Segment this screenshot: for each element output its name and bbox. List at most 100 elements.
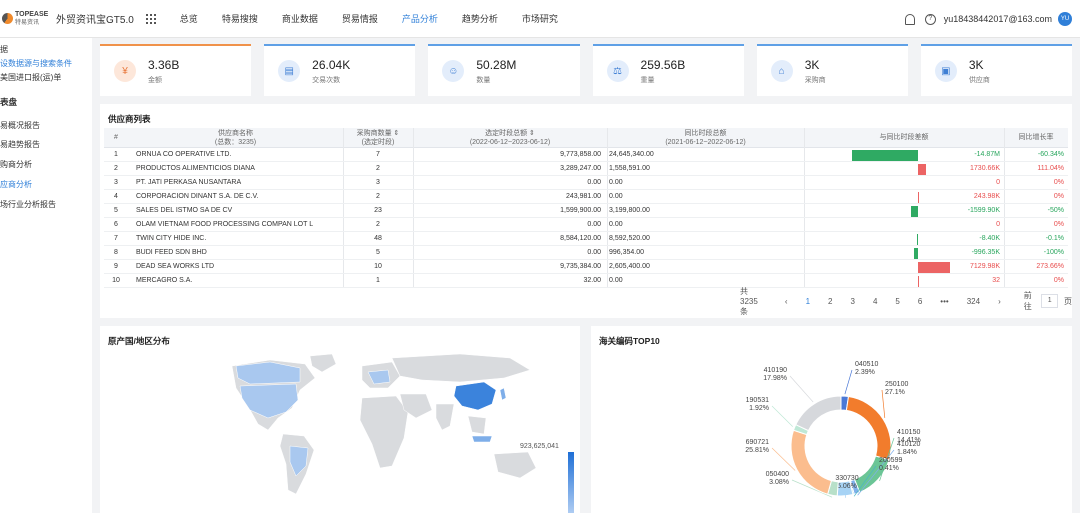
cell-diff: 0 (996, 179, 1000, 186)
cell-sel: 0.00 (587, 221, 601, 228)
table-row[interactable]: 7 TWIN CITY HIDE INC. 48 8,584,120.00 8,592,… (104, 232, 1068, 246)
cell-growth: 111.04% (1037, 165, 1064, 172)
table-row[interactable]: 6 OLAM VIETNAM FOOD PROCESSING COMPAN LOT… (104, 218, 1068, 232)
cell-idx: 1 (114, 151, 118, 158)
table-row[interactable]: 5 SALES DEL ISTMO SA DE CV 23 1,599,900.00 3… (104, 204, 1068, 218)
goto-page-input[interactable]: 1 (1041, 294, 1058, 308)
stat-value: 3K (804, 57, 820, 72)
page-number[interactable]: 6 (918, 297, 922, 306)
bell-icon[interactable] (904, 13, 915, 25)
apps-grid-icon[interactable] (145, 13, 156, 24)
sidebar-item[interactable]: 易趋势报告 (0, 139, 40, 150)
donut-slice[interactable] (845, 395, 892, 461)
help-icon[interactable]: ? (924, 13, 936, 25)
cell-name: OLAM VIETNAM FOOD PROCESSING COMPAN LOT … (136, 221, 314, 228)
cell-growth: 0% (1053, 179, 1064, 186)
sort-icon[interactable]: ⇕ (394, 130, 400, 137)
cell-name: CORPORACION DINANT S.A. DE C.V. (136, 193, 259, 200)
cell-buyers: 48 (374, 235, 382, 242)
nav-item[interactable]: 特易搜搜 (210, 0, 270, 38)
sidebar-item[interactable]: 据 (0, 44, 8, 55)
table-row[interactable]: 2 PRODUCTOS ALIMENTICIOS DIANA 2 3,289,247.… (104, 162, 1068, 176)
difference-bar (918, 262, 950, 273)
col-header-growth-rate[interactable]: 同比增长率 (1004, 128, 1068, 148)
cell-idx: 4 (114, 193, 118, 200)
world-map[interactable] (100, 326, 580, 513)
page-number[interactable]: 1 (806, 297, 810, 306)
prev-page-icon[interactable]: ‹ (785, 297, 788, 306)
table-row[interactable]: 8 BUDI FEED SDN BHD 5 0.00 996,354.00 -996.35… (104, 246, 1068, 260)
sidebar-item[interactable]: 美国进口报(运)单 (0, 72, 61, 83)
donut-slice[interactable] (790, 429, 833, 495)
cell-sel: 243,981.00 (565, 193, 601, 200)
cell-name: PT. JATI PERKASA NUSANTARA (136, 179, 242, 186)
cell-sel: 1,599,900.00 (560, 207, 601, 214)
stat-card: ☺ 50.28M 数量 (428, 44, 580, 96)
cell-prev: 0.00 (609, 277, 623, 284)
avatar[interactable]: YU (1058, 12, 1072, 26)
page-number[interactable]: 2 (828, 297, 832, 306)
slice-leader-line (844, 369, 853, 395)
sidebar-item[interactable]: 场行业分析报告 (0, 199, 56, 210)
nav-item[interactable]: 商业数据 (270, 0, 330, 38)
col-header-difference[interactable]: 与同比时段差额 (804, 128, 1004, 148)
cell-sel: 3,289,247.00 (560, 165, 601, 172)
table-row[interactable]: 3 PT. JATI PERKASA NUSANTARA 3 0.00 0.00 0 0% (104, 176, 1068, 190)
supplier-icon: ▣ (934, 60, 957, 82)
map-legend-gradient[interactable] (568, 452, 574, 513)
difference-bar (918, 276, 919, 287)
table-row[interactable]: 10 MERCAGRO S.A. 1 32.00 0.00 32 0% (104, 274, 1068, 288)
page-number[interactable]: 3 (850, 297, 854, 306)
page-number[interactable]: ••• (940, 297, 948, 306)
cell-name: PRODUCTOS ALIMENTICIOS DIANA (136, 165, 255, 172)
table-row[interactable]: 9 DEAD SEA WORKS LTD 10 9,735,384.00 2,605,4… (104, 260, 1068, 274)
stat-card: ⚖ 259.56B 重量 (592, 44, 744, 96)
stat-value: 50.28M (476, 57, 517, 72)
sidebar-item[interactable]: 应商分析 (0, 179, 32, 190)
page-number[interactable]: 4 (873, 297, 877, 306)
user-email[interactable]: yu18438442017@163.com (944, 14, 1052, 24)
user-icon: ☺ (442, 60, 465, 82)
next-page-icon[interactable]: › (998, 297, 1001, 306)
col-header-supplier-name[interactable]: 供应商名称 (总数：3235) (128, 128, 343, 148)
cell-name: BUDI FEED SDN BHD (136, 249, 207, 256)
logo[interactable]: TOPEASE 特易资讯 (2, 11, 50, 27)
nav-item[interactable]: 贸易情报 (330, 0, 390, 38)
col-header-buyer-count[interactable]: 采购商数量 ⇕ (选定时段) (343, 128, 413, 148)
stat-value: 26.04K (312, 57, 351, 72)
stat-label: 重量 (640, 76, 655, 84)
cell-name: TWIN CITY HIDE INC. (136, 235, 207, 242)
nav-item[interactable]: 趋势分析 (450, 0, 510, 38)
table-row[interactable]: 1 ORNUA CO OPERATIVE LTD. 7 9,773,858.00 24,… (104, 148, 1068, 162)
sidebar-item[interactable]: 设数据源与搜索条件 (0, 58, 72, 69)
map-usa (239, 383, 299, 419)
cell-diff: 0 (996, 221, 1000, 228)
cell-sel: 0.00 (587, 179, 601, 186)
nav-item[interactable]: 市场研究 (510, 0, 570, 38)
slice-percent: 3.08% (769, 479, 789, 486)
cell-prev: 24,645,340.00 (609, 151, 654, 158)
main-menu: 总览 特易搜搜 商业数据 贸易情报 产品分析 趋势分析 市场研究 (168, 0, 570, 38)
stat-label: 交易次数 (312, 76, 341, 84)
col-header-selected-total[interactable]: 选定时段总额 ⇕ (2022-06-12~2023-06-12) (413, 128, 607, 148)
donut-slice[interactable] (795, 395, 842, 432)
cell-idx: 2 (114, 165, 118, 172)
sidebar-item[interactable]: 易概况报告 (0, 120, 40, 131)
logo-subtext: 特易资讯 (15, 19, 40, 26)
slice-label: 410190 (764, 367, 787, 374)
clipboard-icon: ▤ (278, 60, 301, 82)
page-number[interactable]: 324 (967, 297, 980, 306)
nav-item[interactable]: 总览 (168, 0, 210, 38)
slice-percent: 25.81% (745, 447, 769, 454)
nav-item[interactable]: 产品分析 (390, 0, 450, 38)
col-header-previous-total[interactable]: 同比时段总额 (2021-06-12~2022-06-12) (607, 128, 804, 148)
table-row[interactable]: 4 CORPORACION DINANT S.A. DE C.V. 2 243,981… (104, 190, 1068, 204)
cell-sel: 0.00 (587, 249, 601, 256)
cell-growth: 0% (1053, 193, 1064, 200)
sort-icon[interactable]: ⇕ (529, 130, 535, 137)
sidebar-item[interactable]: 购商分析 (0, 159, 32, 170)
page-number[interactable]: 5 (895, 297, 899, 306)
cell-sel: 9,773,858.00 (560, 151, 601, 158)
slice-percent: 1.84% (897, 449, 917, 456)
cell-growth: 0% (1053, 221, 1064, 228)
